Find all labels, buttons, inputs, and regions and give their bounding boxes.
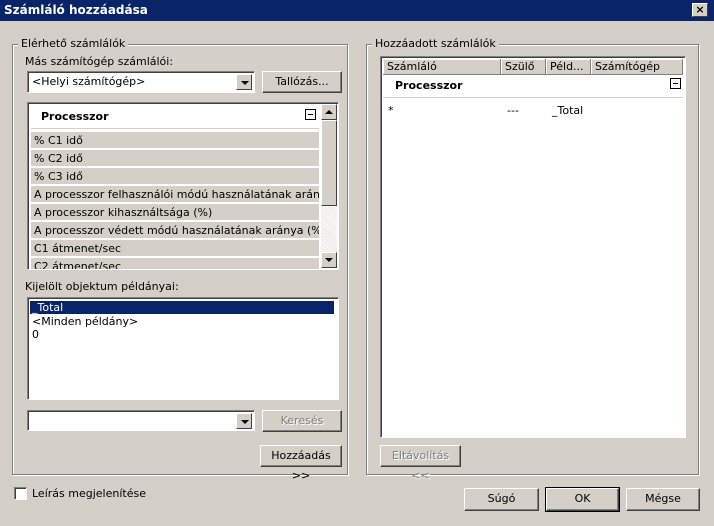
computer-label: Más számítógép számlálói: [25,55,174,68]
remove-button[interactable]: Eltávolítás << [380,445,461,482]
close-button[interactable]: × [692,3,708,17]
cancel-button[interactable]: Mégse [626,488,700,511]
counter-item[interactable]: C2 átmenet/sec [31,258,319,269]
scroll-thumb[interactable] [321,120,337,206]
counter-item[interactable]: A processzor védett módú használatának a… [31,222,319,239]
cell-parent: --- [507,104,519,117]
collapse-icon[interactable] [305,109,316,120]
counter-item[interactable]: A processzor felhasználói módú használat… [31,186,319,203]
instance-item[interactable]: _Total [30,301,334,314]
added-object-row[interactable]: Processzor [383,76,683,98]
help-button[interactable]: Súgó [464,488,539,511]
chevron-down-icon[interactable] [236,413,252,429]
instances-label: Kijelölt objektum példányai: [25,280,179,293]
counter-item[interactable]: % C1 idő [31,132,319,149]
object-name: Processzor [41,110,109,123]
scroll-down-icon[interactable] [321,252,337,268]
column-header-computer[interactable]: Számítógép [591,59,683,75]
search-combobox[interactable] [27,410,255,431]
column-header-instance[interactable]: Péld... [546,59,591,75]
computer-combobox[interactable]: <Helyi számítógép> [27,71,255,93]
title-bar: Számláló hozzáadása [0,0,714,21]
window-title: Számláló hozzáadása [4,3,148,17]
counter-item[interactable]: % C2 idő [31,150,319,167]
collapse-icon[interactable] [670,78,681,89]
object-header-row[interactable]: Processzor [31,105,319,129]
counter-list[interactable]: Processzor % C1 idő % C2 idő % C3 idő A … [27,102,339,270]
cell-instance: _Total [552,104,584,117]
available-counters-title: Elérhető számlálók [18,37,129,50]
close-icon: × [695,3,705,16]
instance-list[interactable]: _Total <Minden példány> 0 [27,297,339,400]
added-counters-title: Hozzáadott számlálók [372,37,499,50]
scroll-up-icon[interactable] [321,104,337,120]
add-button[interactable]: Hozzáadás >> [260,445,342,482]
browse-button[interactable]: Tallózás... [262,71,342,93]
counter-item[interactable]: A processzor kihasználtsága (%) [31,204,319,221]
ok-button[interactable]: OK [545,487,620,512]
counter-item[interactable]: C1 átmenet/sec [31,240,319,257]
added-counter-row[interactable]: * --- _Total [383,104,683,118]
show-description-checkbox[interactable] [14,487,27,500]
instance-item[interactable]: 0 [30,328,334,341]
column-header-parent[interactable]: Szülő [501,59,546,75]
counter-item[interactable]: % C3 idő [31,168,319,185]
counter-list-scrollbar[interactable] [321,104,337,268]
chevron-down-icon[interactable] [236,74,252,90]
cell-counter: * [388,104,394,117]
show-description-label[interactable]: Leírás megjelenítése [32,487,146,500]
computer-value: <Helyi számítógép> [32,75,146,88]
column-header-counter[interactable]: Számláló [383,59,501,75]
added-object-name: Processzor [395,79,463,92]
search-button[interactable]: Keresés [262,410,342,432]
added-counter-list[interactable]: Számláló Szülő Péld... Számítógép Proces… [380,56,686,438]
instance-item[interactable]: <Minden példány> [30,315,334,328]
